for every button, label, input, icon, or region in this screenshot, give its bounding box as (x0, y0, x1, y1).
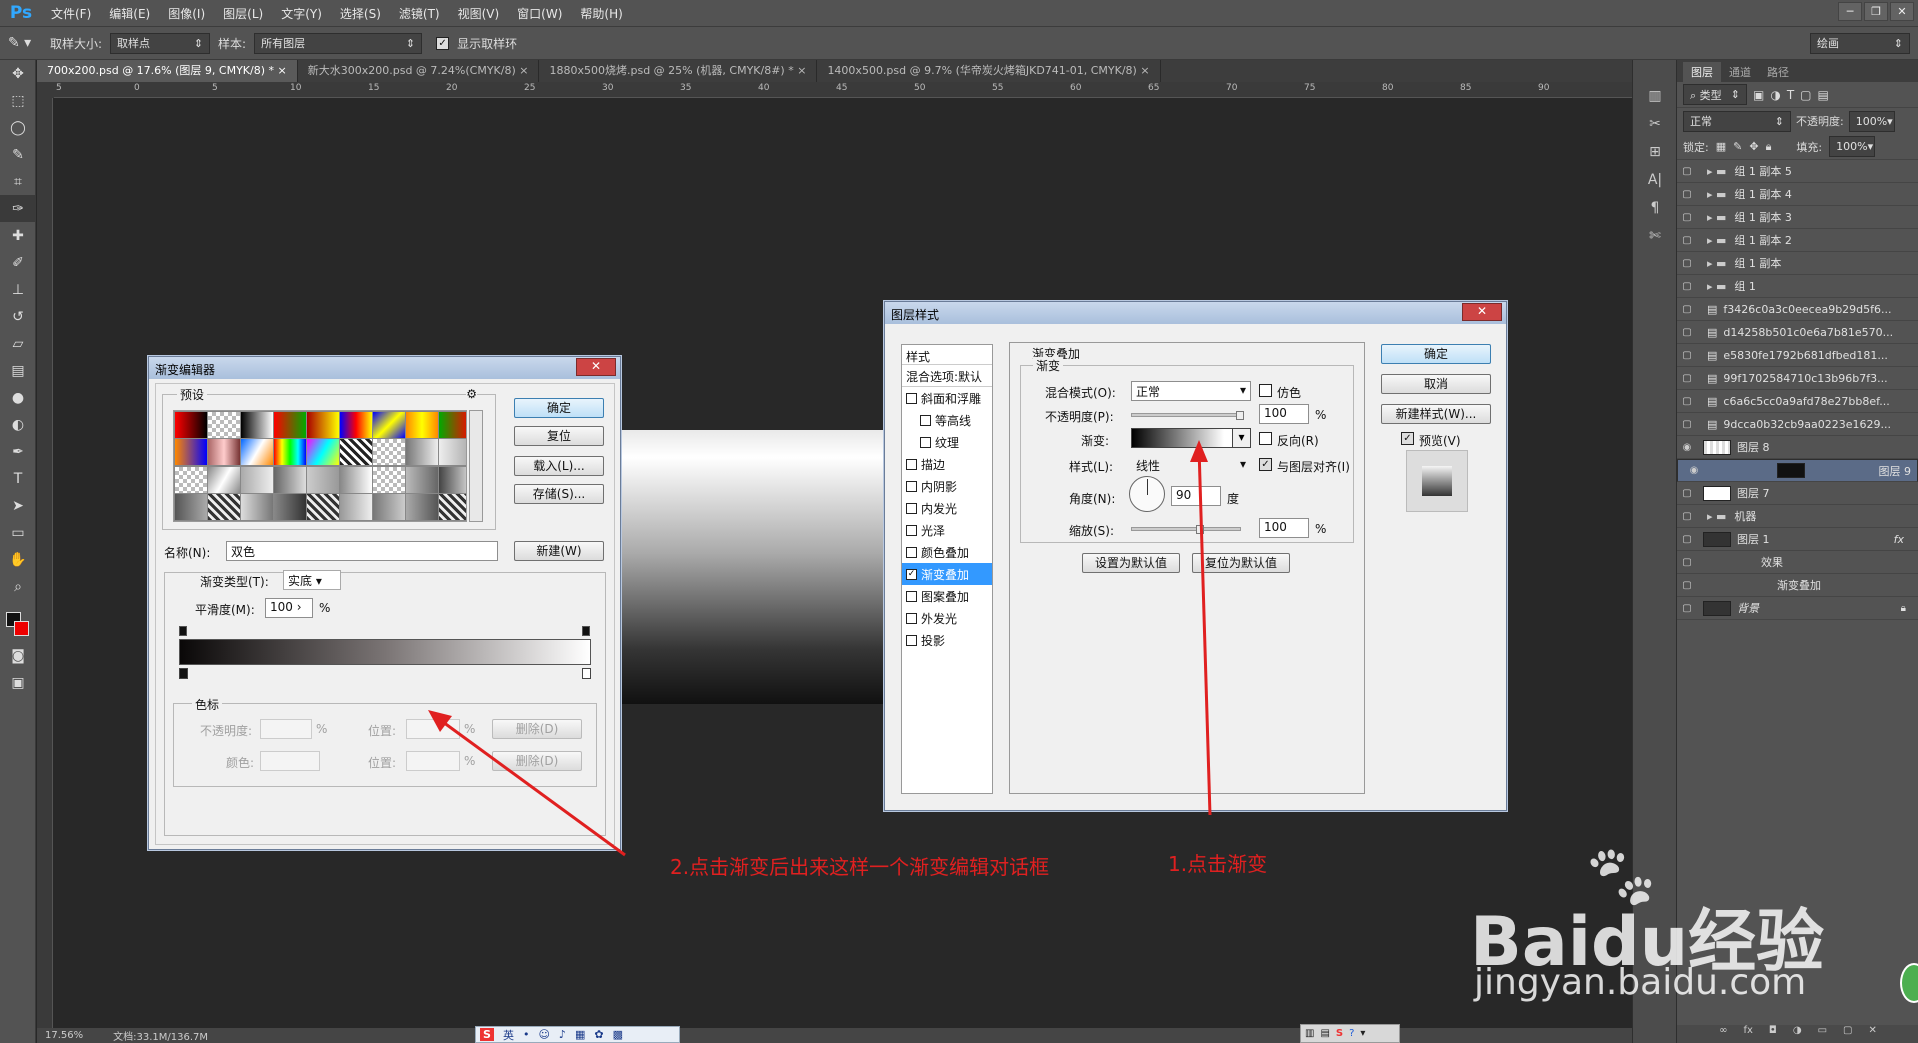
arrow-gradient-field-head (1190, 440, 1208, 462)
baidu-watermark: 🐾︎ Baidu经验 jingyan.baidu.com (1470, 840, 1910, 1020)
annotation-step1: 1.点击渐变 (1168, 852, 1268, 876)
watermark-url: jingyan.baidu.com (1474, 962, 1807, 1003)
arrow-gradient-field (1197, 447, 1212, 816)
annotation-step2: 2.点击渐变后出来这样一个渐变编辑对话框 (670, 855, 1050, 879)
arrow-gradient-editor-head (428, 710, 452, 732)
arrow-gradient-editor (431, 712, 626, 857)
